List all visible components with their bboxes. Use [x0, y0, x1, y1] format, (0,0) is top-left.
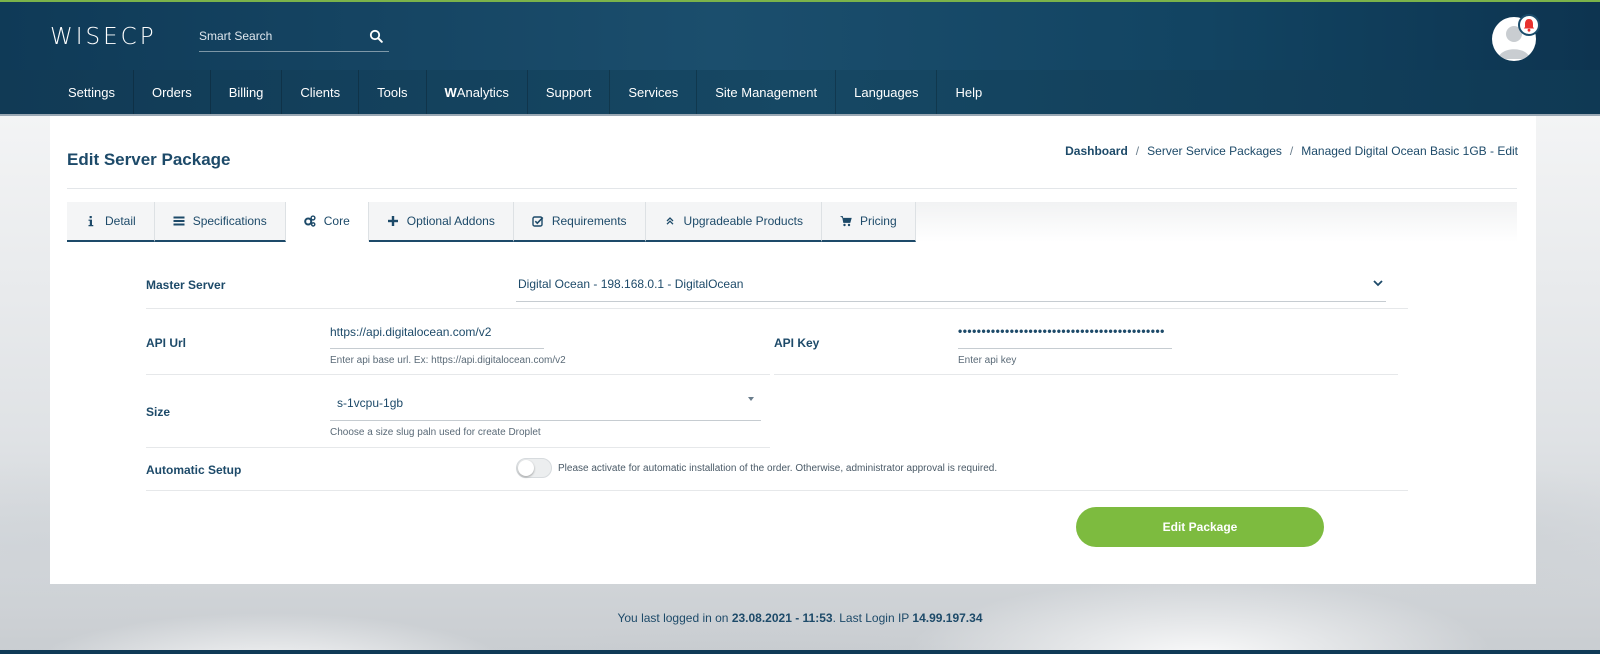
tab-specifications-label: Specifications [192, 214, 267, 228]
last-login-prefix: You last logged in on [617, 611, 732, 625]
api-key-helper: Enter api key [958, 355, 1017, 366]
api-url-input[interactable]: https://api.digitalocean.com/v2 [330, 325, 491, 339]
breadcrumb: Dashboard / Server Service Packages / Manage… [1065, 144, 1518, 158]
search-icon[interactable] [369, 29, 383, 43]
last-login-middle: . Last Login IP [832, 611, 913, 625]
nav-wanalytics[interactable]: W Analytics [427, 70, 528, 114]
nav-billing[interactable]: Billing [211, 70, 283, 114]
api-url-helper: Enter api base url. Ex: https://api.digi… [330, 355, 566, 366]
tab-upgradeable-products[interactable]: Upgradeable Products [645, 202, 822, 242]
nav-wanalytics-bold: W [444, 84, 457, 100]
bell-icon [1523, 19, 1535, 32]
title-divider [67, 188, 1517, 189]
info-icon [88, 216, 94, 227]
breadcrumb-separator: / [1135, 144, 1140, 158]
nav-services[interactable]: Services [610, 70, 698, 114]
cart-icon [840, 216, 852, 227]
last-login-info: You last logged in on 23.08.2021 - 11:53… [0, 611, 1600, 625]
breadcrumb-separator: / [1289, 144, 1294, 158]
tab-detail-label: Detail [105, 214, 136, 228]
list-icon [173, 216, 185, 226]
size-helper: Choose a size slug paln used for create … [330, 427, 541, 438]
row-divider [146, 374, 770, 375]
wisecp-logo[interactable]: WISECP [50, 24, 157, 50]
tab-specifications[interactable]: Specifications [154, 202, 286, 242]
toggle-knob [518, 460, 534, 476]
tab-pricing-label: Pricing [859, 214, 897, 228]
gears-icon [303, 215, 316, 227]
bottom-bar [0, 650, 1600, 654]
top-header: WISECP [0, 0, 1600, 70]
checkbox-icon [532, 216, 544, 227]
nav-settings[interactable]: Settings [50, 70, 134, 114]
row-divider [146, 308, 1408, 309]
row-divider [146, 447, 770, 448]
automatic-setup-label: Automatic Setup [146, 463, 242, 477]
chevron-down-icon[interactable] [1373, 279, 1383, 287]
automatic-setup-description: Please activate for automatic installati… [558, 463, 998, 474]
nav-site-management[interactable]: Site Management [697, 70, 837, 114]
page-title: Edit Server Package [67, 150, 231, 169]
automatic-setup-toggle[interactable] [516, 458, 552, 478]
nav-wanalytics-rest: Analytics [456, 84, 509, 100]
content-card: Edit Server Package Dashboard / Server Ser… [50, 116, 1536, 584]
caret-down-icon[interactable] [747, 396, 755, 402]
size-underline [330, 420, 761, 421]
size-select[interactable]: s-1vcpu-1gb [337, 396, 403, 410]
tab-core-label: Core [323, 214, 350, 228]
api-url-underline [330, 348, 544, 349]
row-divider [774, 374, 1398, 375]
search-input[interactable] [199, 24, 359, 48]
nav-languages[interactable]: Languages [836, 70, 938, 114]
master-server-underline [516, 301, 1386, 302]
master-server-label: Master Server [146, 278, 226, 292]
double-chevron-up-icon [666, 217, 673, 225]
tab-bar: Detail Specifications Core Optional Addo… [67, 202, 916, 242]
notification-bell[interactable] [1518, 14, 1540, 36]
nav-support[interactable]: Support [528, 70, 611, 114]
tab-optional-addons-label: Optional Addons [406, 214, 495, 228]
api-url-label: API Url [146, 336, 187, 350]
breadcrumb-current: Managed Digital Ocean Basic 1GB - Edit [1301, 144, 1518, 158]
tab-optional-addons[interactable]: Optional Addons [368, 202, 514, 242]
tab-requirements-label: Requirements [551, 214, 627, 228]
tab-pricing[interactable]: Pricing [821, 202, 916, 242]
tab-detail[interactable]: Detail [67, 202, 155, 242]
last-login-ip: 14.99.197.34 [912, 611, 983, 625]
nav-orders[interactable]: Orders [134, 70, 211, 114]
plus-icon [387, 216, 398, 226]
edit-package-button[interactable]: Edit Package [1076, 507, 1324, 547]
api-key-input[interactable]: ••••••••••••••••••••••••••••••••••••••••… [958, 324, 1165, 338]
main-navigation: Settings Orders Billing Clients Tools WA… [0, 70, 1600, 116]
tab-upgradeable-products-label: Upgradeable Products [683, 214, 803, 228]
api-key-underline [958, 348, 1172, 349]
smart-search [199, 24, 389, 52]
nav-tools[interactable]: Tools [359, 70, 427, 114]
nav-clients[interactable]: Clients [282, 70, 360, 114]
master-server-select[interactable]: Digital Ocean - 198.168.0.1 - DigitalOce… [518, 277, 743, 291]
size-label: Size [146, 405, 171, 419]
api-key-label: API Key [774, 336, 820, 350]
breadcrumb-dashboard[interactable]: Dashboard [1065, 144, 1128, 158]
breadcrumb-server-service-packages[interactable]: Server Service Packages [1147, 144, 1282, 158]
tab-core[interactable]: Core [285, 202, 369, 242]
nav-help[interactable]: Help [937, 70, 1000, 114]
row-divider [146, 490, 1408, 491]
last-login-datetime: 23.08.2021 - 11:53 [731, 611, 833, 625]
tab-requirements[interactable]: Requirements [513, 202, 646, 242]
